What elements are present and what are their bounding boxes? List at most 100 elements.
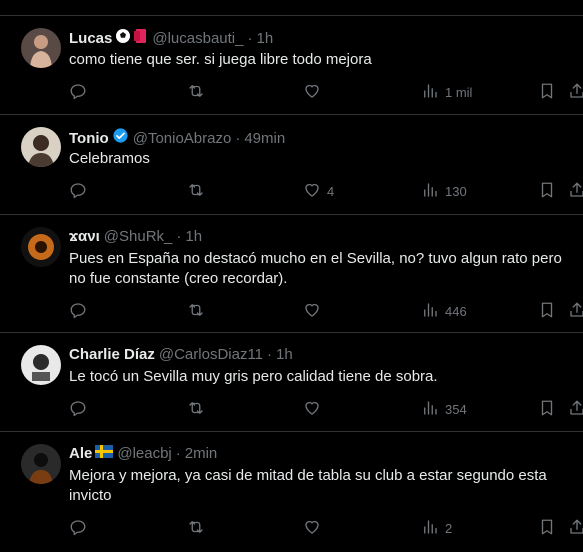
action-bar: 446: [69, 301, 583, 321]
reply-button[interactable]: [69, 181, 93, 201]
handle[interactable]: @CarlosDiaz11: [159, 345, 263, 365]
retweet-button[interactable]: [187, 82, 211, 102]
display-name[interactable]: Lucas: [69, 29, 112, 49]
tweet-header: Ale @leacbj · 2min: [69, 444, 217, 464]
bookmark-button[interactable]: [538, 399, 556, 419]
views-button[interactable]: 2: [421, 518, 452, 538]
views-button[interactable]: 1 mil: [421, 82, 472, 102]
timestamp[interactable]: 1h: [185, 227, 202, 247]
like-button[interactable]: [303, 82, 327, 102]
reply-icon: [69, 82, 87, 103]
retweet-icon: [187, 518, 205, 539]
views-icon: [421, 82, 439, 103]
reply-icon: [69, 399, 87, 420]
bookmark-button[interactable]: [538, 82, 556, 102]
bookmark-icon: [538, 399, 556, 420]
sweden-flag-icon: [95, 444, 114, 464]
views-icon: [421, 181, 439, 202]
heart-icon: [303, 82, 321, 103]
share-button[interactable]: [568, 181, 583, 201]
tweet-header: ϫανι @ShuRk_ · 1h: [69, 227, 202, 247]
reply-button[interactable]: [69, 518, 93, 538]
like-button[interactable]: [303, 518, 327, 538]
heart-icon: [303, 301, 321, 322]
retweet-button[interactable]: [187, 399, 211, 419]
reply-button[interactable]: [69, 399, 93, 419]
like-button[interactable]: [303, 399, 327, 419]
reply-icon: [69, 301, 87, 322]
views-button[interactable]: 130: [421, 181, 467, 201]
heart-icon: [303, 399, 321, 420]
share-icon: [568, 181, 583, 202]
display-name[interactable]: ϫανι: [69, 227, 100, 247]
separator-dot: ·: [267, 346, 273, 363]
share-icon: [568, 518, 583, 539]
tweet-reply[interactable]: Ale @leacbj · 2min Mejora y mejora, ya c…: [0, 432, 583, 552]
share-button[interactable]: [568, 399, 583, 419]
views-icon: [421, 518, 439, 539]
handle[interactable]: @TonioAbrazo: [133, 129, 232, 149]
timestamp[interactable]: 1h: [276, 345, 293, 365]
red-card-icon: [134, 28, 148, 50]
tweet-header: Lucas @lucasbauti_ · 1h: [69, 28, 273, 50]
soccer-ball-icon: [115, 28, 131, 50]
retweet-icon: [187, 181, 205, 202]
share-button[interactable]: [568, 301, 583, 321]
timestamp[interactable]: 1h: [256, 29, 273, 49]
views-button[interactable]: 354: [421, 399, 467, 419]
avatar[interactable]: [21, 28, 61, 68]
bookmark-icon: [538, 518, 556, 539]
retweet-icon: [187, 301, 205, 322]
display-name[interactable]: Ale: [69, 444, 92, 464]
tweet-reply[interactable]: Tonio @TonioAbrazo · 49min Celebramos 4 …: [0, 115, 583, 215]
tweet-reply[interactable]: Lucas @lucasbauti_ · 1h como tiene que s…: [0, 16, 583, 115]
separator-dot: ·: [176, 228, 182, 245]
separator-dot: ·: [247, 30, 253, 47]
verified-badge-icon: [112, 127, 129, 150]
tweet-text: Mejora y mejora, ya casi de mitad de tab…: [69, 467, 547, 504]
separator-dot: ·: [235, 129, 241, 147]
reply-button[interactable]: [69, 301, 93, 321]
bookmark-button[interactable]: [538, 301, 556, 321]
avatar[interactable]: [21, 444, 61, 484]
retweet-button[interactable]: [187, 181, 211, 201]
separator-dot: ·: [175, 445, 181, 462]
action-bar: 1 mil: [69, 82, 583, 102]
retweet-button[interactable]: [187, 518, 211, 538]
bookmark-button[interactable]: [538, 181, 556, 201]
avatar[interactable]: [21, 127, 61, 167]
share-button[interactable]: [568, 82, 583, 102]
reply-button[interactable]: [69, 82, 93, 102]
avatar[interactable]: [21, 227, 61, 267]
share-icon: [568, 82, 583, 103]
bookmark-button[interactable]: [538, 518, 556, 538]
views-button[interactable]: 446: [421, 301, 467, 321]
reply-icon: [69, 181, 87, 202]
handle[interactable]: @ShuRk_: [104, 227, 173, 247]
handle[interactable]: @leacbj: [117, 444, 171, 464]
bookmark-icon: [538, 82, 556, 103]
share-icon: [568, 301, 583, 322]
share-button[interactable]: [568, 518, 583, 538]
like-button[interactable]: [303, 301, 327, 321]
tweet-header: Tonio @TonioAbrazo · 49min: [69, 127, 285, 150]
display-name[interactable]: Charlie Díaz: [69, 345, 155, 365]
tweet-reply[interactable]: Charlie Díaz @CarlosDiaz11 · 1h Le tocó …: [0, 333, 583, 432]
avatar[interactable]: [21, 345, 61, 385]
tweet-reply[interactable]: ϫανι @ShuRk_ · 1h Pues en España no dest…: [0, 215, 583, 333]
top-divider: [0, 0, 583, 16]
like-button[interactable]: 4: [303, 181, 334, 201]
action-bar: 4 130: [69, 181, 583, 201]
retweet-button[interactable]: [187, 301, 211, 321]
timestamp[interactable]: 49min: [244, 129, 285, 149]
action-bar: 2: [69, 518, 583, 538]
handle[interactable]: @lucasbauti_: [152, 29, 243, 49]
tweet-text: Pues en España no destacó mucho en el Se…: [69, 250, 562, 287]
heart-icon: [303, 181, 321, 202]
retweet-icon: [187, 82, 205, 103]
action-bar: 354: [69, 399, 583, 419]
tweet-header: Charlie Díaz @CarlosDiaz11 · 1h: [69, 345, 293, 365]
views-icon: [421, 301, 439, 322]
display-name[interactable]: Tonio: [69, 129, 109, 149]
timestamp[interactable]: 2min: [185, 444, 218, 464]
